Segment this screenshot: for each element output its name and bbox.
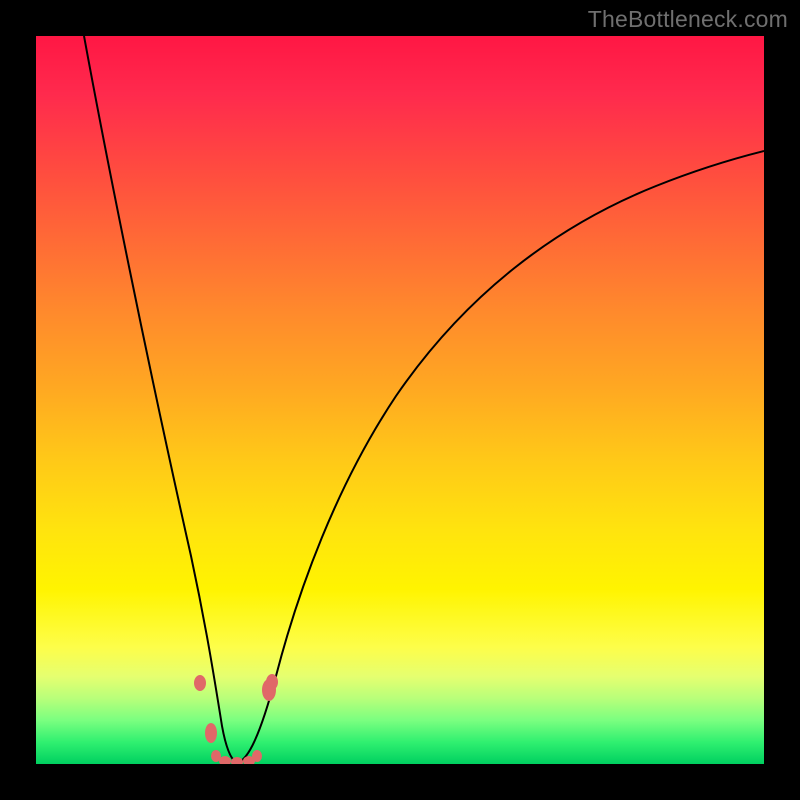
data-marker (194, 675, 206, 691)
curve-right-branch (237, 151, 764, 763)
bottleneck-curve (36, 36, 764, 764)
watermark-text: TheBottleneck.com (588, 6, 788, 33)
data-marker (205, 723, 217, 743)
curve-left-branch (84, 36, 237, 763)
data-marker (252, 750, 262, 762)
marker-group (194, 674, 278, 764)
data-marker (266, 674, 278, 690)
chart-plot-area (36, 36, 764, 764)
